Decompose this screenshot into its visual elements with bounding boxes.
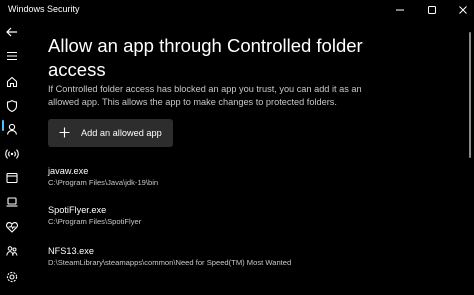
allowed-app-item[interactable]: SpotiFlyer.exe C:\Program Files\SpotiFly… [48,205,448,227]
menu-button[interactable] [2,46,22,66]
menu-icon [7,51,17,61]
sidebar-nav [0,20,24,295]
sidebar-item-family-options[interactable] [2,241,22,261]
sidebar-item-device-security[interactable] [2,192,22,212]
shield-icon [6,99,18,113]
app-path: D:\SteamLibrary\steamapps\common\Need fo… [48,258,292,267]
close-button[interactable] [455,2,471,18]
add-allowed-app-label: Add an allowed app [81,128,162,138]
wifi-icon [5,149,19,159]
sidebar-item-device-health[interactable] [2,217,22,237]
sidebar-item-account[interactable] [2,119,22,139]
sidebar-item-virus-protection[interactable] [2,96,22,116]
plus-icon [59,127,70,138]
allowed-app-item[interactable]: NFS13.exe D:\SteamLibrary\steamapps\comm… [48,246,448,268]
app-title: Windows Security [8,4,80,14]
page-description: If Controlled folder access has blocked … [48,84,362,107]
sidebar-item-network[interactable] [2,144,22,164]
app-name: NFS13.exe [48,246,94,256]
maximize-icon [428,6,436,14]
back-icon [6,27,17,37]
app-browser-icon [6,172,18,184]
person-icon [6,123,18,135]
minimize-button[interactable] [392,2,408,18]
home-icon [6,76,18,88]
close-icon [459,6,467,14]
back-button[interactable] [2,22,22,42]
laptop-icon [6,197,18,207]
settings-icon [6,271,18,283]
page-title: Allow an app through Controlled folder a… [48,35,363,80]
minimize-icon [396,9,404,11]
app-name: javaw.exe [48,166,89,176]
sidebar-item-home[interactable] [2,72,22,92]
heart-icon [6,222,18,233]
maximize-button[interactable] [424,2,440,18]
add-allowed-app-button[interactable]: Add an allowed app [48,119,173,147]
scrollbar[interactable] [469,32,471,158]
sidebar-item-app-browser[interactable] [2,168,22,188]
app-name: SpotiFlyer.exe [48,205,107,215]
allowed-app-item[interactable]: javaw.exe C:\Program Files\Java\jdk-19\b… [48,166,448,188]
sidebar-item-settings[interactable] [2,267,22,287]
family-icon [6,246,18,256]
title-bar: Windows Security [0,0,474,20]
app-path: C:\Program Files\Java\jdk-19\bin [48,178,159,187]
app-path: C:\Program Files\SpotiFlyer [48,217,142,226]
